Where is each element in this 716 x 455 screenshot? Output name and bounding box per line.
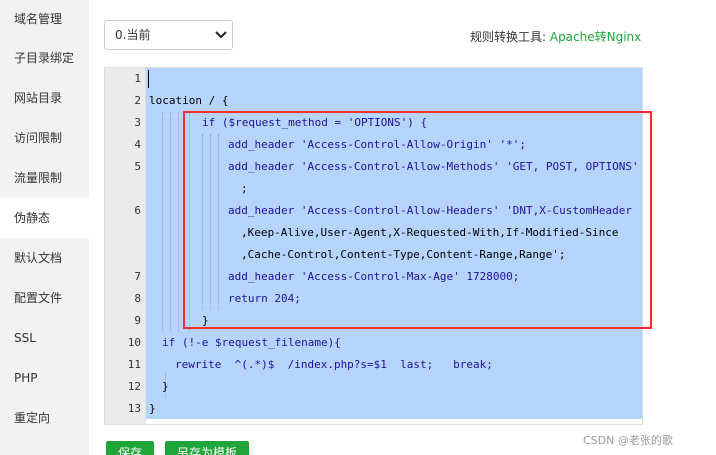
- line-number: 10: [127, 336, 141, 349]
- line-number: 13: [127, 402, 141, 415]
- save-button[interactable]: 保存: [106, 441, 155, 455]
- sidebar-item-ssl[interactable]: SSL: [0, 318, 89, 358]
- rule-converter-label: 规则转换工具: Apache转Nginx: [470, 30, 642, 44]
- line-number: 7: [134, 270, 141, 283]
- save-as-template-button[interactable]: 另存为模板: [165, 441, 250, 455]
- sidebar: 域名管理 子目录绑定 网站目录 访问限制 流量限制 伪静态 默认文档 配置文件 …: [0, 0, 89, 455]
- template-select-value: 0.当前: [115, 28, 151, 42]
- chevron-down-icon: [215, 31, 227, 39]
- line-number: 11: [127, 358, 141, 371]
- sidebar-item-php[interactable]: PHP: [0, 358, 89, 398]
- sidebar-item-subdirectory[interactable]: 子目录绑定: [0, 38, 89, 78]
- sidebar-item-site-directory[interactable]: 网站目录: [0, 78, 89, 118]
- line-number: 1: [134, 72, 141, 85]
- line-number: 4: [134, 138, 141, 151]
- sidebar-item-default-doc[interactable]: 默认文档: [0, 238, 89, 278]
- sidebar-item-redirect[interactable]: 重定向: [0, 398, 89, 438]
- code-line: if (!-e $request_filename){: [162, 336, 341, 349]
- watermark: CSDN @老张的歌: [583, 434, 673, 447]
- line-number: 8: [134, 292, 141, 305]
- line-number: 9: [134, 314, 141, 327]
- sidebar-item-rewrite[interactable]: 伪静态: [0, 198, 89, 238]
- line-number: 2: [134, 94, 141, 107]
- text-cursor: [148, 70, 149, 88]
- sidebar-item-domain[interactable]: 域名管理: [0, 0, 89, 38]
- indent-guide: [162, 112, 163, 332]
- indent-guide: [178, 112, 179, 332]
- code-line: }: [149, 402, 156, 415]
- annotation-highlight-box: [183, 111, 652, 329]
- apache-to-nginx-link[interactable]: Apache转Nginx: [550, 30, 641, 44]
- sidebar-item-traffic-limit[interactable]: 流量限制: [0, 158, 89, 198]
- line-number: 3: [134, 116, 141, 129]
- code-line: rewrite ^(.*)$ /index.php?s=$1 last; bre…: [175, 358, 493, 371]
- indent-guide: [170, 112, 171, 332]
- line-number: 5: [134, 160, 141, 173]
- code-line: }: [162, 380, 169, 393]
- line-number: 12: [127, 380, 141, 393]
- template-select[interactable]: 0.当前: [104, 20, 233, 50]
- sidebar-item-access-limit[interactable]: 访问限制: [0, 118, 89, 158]
- sidebar-item-config-file[interactable]: 配置文件: [0, 278, 89, 318]
- line-number: 6: [134, 204, 141, 217]
- code-line: location / {: [149, 94, 229, 107]
